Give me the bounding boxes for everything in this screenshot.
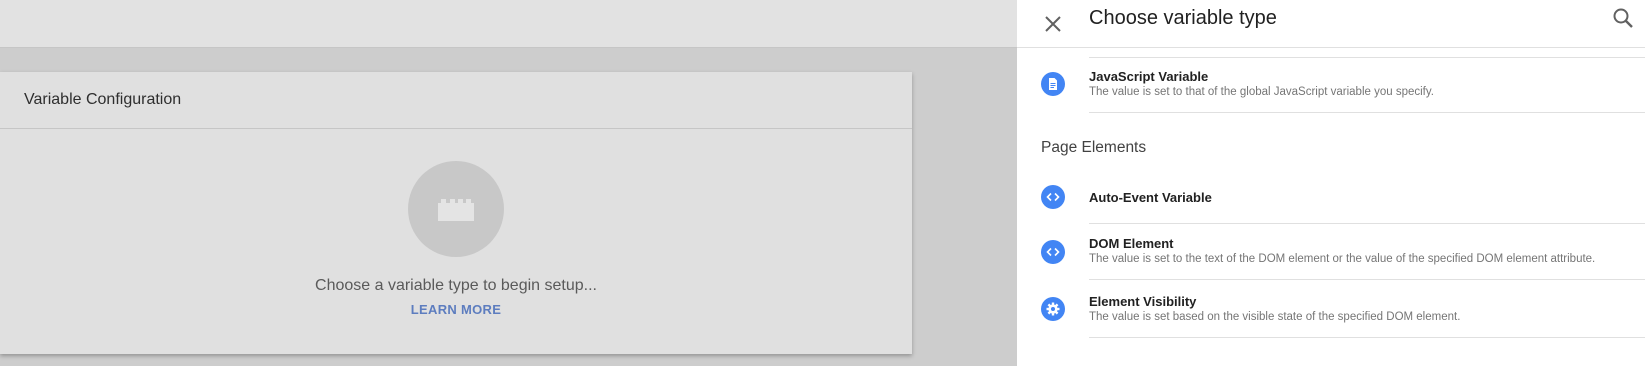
search-button[interactable] — [1609, 4, 1637, 32]
panel-header: Choose variable type — [1017, 0, 1645, 48]
variable-type-description: The value is set based on the visible st… — [1089, 311, 1461, 323]
learn-more-link[interactable]: LEARN MORE — [0, 302, 912, 317]
variable-type-javascript-variable[interactable]: JavaScript Variable The value is set to … — [1017, 58, 1645, 113]
code-icon — [1041, 240, 1065, 264]
gear-icon — [1041, 297, 1065, 321]
code-icon — [1041, 185, 1065, 209]
card-title: Variable Configuration — [24, 91, 182, 108]
panel-title: Choose variable type — [1089, 7, 1277, 29]
search-icon — [1613, 8, 1633, 28]
variable-type-name: Element Visibility — [1089, 294, 1197, 309]
variable-type-element-visibility[interactable]: Element Visibility The value is set base… — [1017, 280, 1645, 338]
choose-variable-type-panel: Choose variable type JavaScript Variable… — [1017, 0, 1645, 366]
variable-type-auto-event-variable[interactable]: Auto-Event Variable — [1017, 171, 1645, 224]
item-divider — [1089, 337, 1645, 338]
variable-type-name: DOM Element — [1089, 236, 1174, 251]
document-icon — [1041, 72, 1065, 96]
variable-configuration-card: Variable Configuration Choose a variable… — [0, 72, 912, 354]
variable-type-placeholder[interactable] — [408, 161, 504, 257]
variable-type-description: The value is set to the text of the DOM … — [1089, 253, 1596, 265]
variable-type-name: JavaScript Variable — [1089, 69, 1209, 84]
background-toolbar — [0, 0, 1017, 48]
variable-type-name: Auto-Event Variable — [1089, 190, 1212, 205]
close-icon — [1045, 16, 1061, 32]
lego-brick-icon — [438, 199, 474, 221]
close-button[interactable] — [1039, 10, 1067, 38]
item-divider — [1089, 112, 1645, 113]
variable-type-dom-element[interactable]: DOM Element The value is set to the text… — [1017, 224, 1645, 280]
variable-type-description: The value is set to that of the global J… — [1089, 86, 1434, 98]
empty-state-text: Choose a variable type to begin setup... — [315, 277, 597, 294]
section-title-page-elements: Page Elements — [1041, 139, 1147, 156]
card-divider — [0, 128, 912, 129]
